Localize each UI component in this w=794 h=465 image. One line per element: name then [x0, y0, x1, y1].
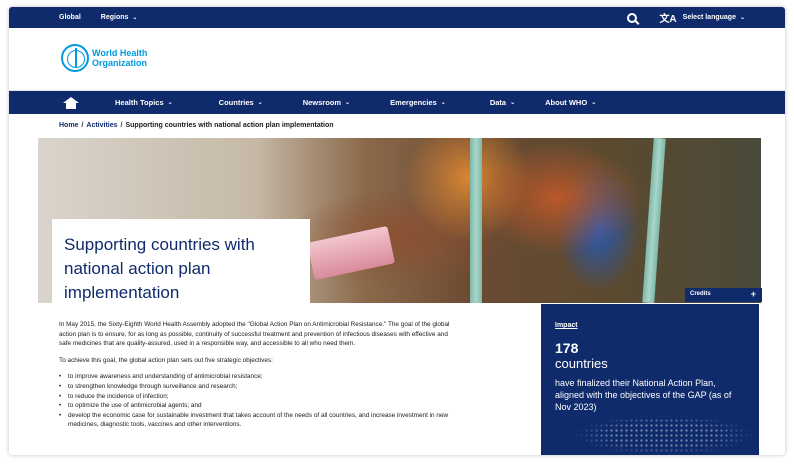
- hero-pole: [470, 138, 482, 303]
- logo-text: World Health Organization: [92, 48, 147, 68]
- select-language-dropdown[interactable]: Select language ⌄: [683, 14, 745, 21]
- credits-toggle[interactable]: Credits +: [685, 288, 762, 302]
- search-icon[interactable]: [627, 12, 638, 23]
- article-body: In May 2015, the Sixty-Eighth World Heal…: [59, 320, 459, 430]
- breadcrumb-separator: /: [120, 122, 123, 129]
- breadcrumb-home[interactable]: Home: [59, 122, 78, 129]
- list-item: to strengthen knowledge through surveill…: [59, 382, 459, 392]
- chevron-down-icon: ⌄: [132, 15, 138, 21]
- chevron-down-icon: ⌄: [167, 100, 173, 106]
- plus-icon: +: [750, 289, 756, 299]
- breadcrumb-activities[interactable]: Activities: [86, 122, 117, 129]
- title-line-1: Supporting countries with: [64, 235, 255, 254]
- nav-label: Health Topics: [115, 98, 164, 107]
- breadcrumb-current: Supporting countries with national actio…: [125, 122, 334, 129]
- chevron-down-icon: ⌄: [345, 100, 351, 106]
- logo-line-2: Organization: [92, 58, 148, 68]
- chevron-down-icon: ⌄: [440, 100, 446, 106]
- browser-viewport: Global Regions ⌄ 文A Select language ⌄ Worl…: [9, 7, 785, 455]
- impact-tag: Impact: [555, 322, 578, 329]
- page-title: Supporting countries with national actio…: [64, 233, 298, 305]
- nav-label: Countries: [218, 98, 254, 107]
- list-item: to reduce the incidence of infection;: [59, 392, 459, 402]
- logo-bar: World Health Organization: [9, 28, 785, 91]
- hero-pole: [642, 138, 666, 303]
- topbar-right: 文A Select language ⌄: [627, 7, 745, 28]
- home-icon[interactable]: [63, 96, 79, 109]
- nav-about-who[interactable]: About WHO ⌄: [545, 98, 596, 107]
- select-language-label: Select language: [682, 14, 736, 21]
- global-label: Global: [59, 14, 81, 21]
- breadcrumb: Home / Activities / Supporting countries wit…: [59, 122, 334, 129]
- nav-label: Emergencies: [390, 98, 437, 107]
- nav-health-topics[interactable]: Health Topics ⌄: [115, 98, 173, 107]
- intro-paragraph: In May 2015, the Sixty-Eighth World Heal…: [59, 321, 450, 348]
- objectives-intro: To achieve this goal, the global action …: [59, 356, 273, 364]
- who-logo[interactable]: World Health Organization: [61, 44, 147, 72]
- impact-description: have finalized their National Action Pla…: [555, 378, 732, 412]
- top-utility-bar: Global Regions ⌄ 文A Select language ⌄: [9, 7, 785, 28]
- translate-icon: 文A: [659, 14, 677, 25]
- title-line-3: implementation: [64, 283, 180, 302]
- list-item: develop the economic case for sustainabl…: [59, 411, 459, 430]
- chevron-down-icon: ⌄: [739, 15, 745, 21]
- chevron-down-icon: ⌄: [591, 100, 597, 106]
- global-link[interactable]: Global: [59, 14, 81, 21]
- nav-emergencies[interactable]: Emergencies ⌄: [390, 98, 446, 107]
- nav-newsroom[interactable]: Newsroom ⌄: [303, 98, 350, 107]
- impact-number: 178: [555, 340, 579, 356]
- credits-label: Credits: [690, 291, 711, 297]
- objectives-list: to improve awareness and understanding o…: [59, 372, 459, 430]
- chevron-down-icon: ⌄: [257, 100, 263, 106]
- hero-title-card: Supporting countries with national actio…: [52, 219, 310, 305]
- list-item: to optimize the use of antimicrobial age…: [59, 401, 459, 411]
- logo-line-1: World Health: [92, 48, 148, 58]
- nav-data[interactable]: Data ⌄: [490, 98, 515, 107]
- nav-label: Data: [489, 98, 507, 107]
- nav-label: About WHO: [545, 98, 588, 107]
- regions-label: Regions: [100, 14, 129, 21]
- impact-unit: countries: [555, 356, 608, 371]
- main-nav: Health Topics ⌄ Countries ⌄ Newsroom ⌄ Emer…: [9, 91, 785, 114]
- chevron-down-icon: ⌄: [510, 100, 516, 106]
- who-emblem-icon: [61, 44, 89, 72]
- regions-dropdown[interactable]: Regions ⌄: [101, 14, 138, 21]
- world-dot-map: [574, 413, 754, 453]
- breadcrumb-separator: /: [81, 122, 84, 129]
- list-item: to improve awareness and understanding o…: [59, 372, 459, 382]
- nav-countries[interactable]: Countries ⌄: [219, 98, 263, 107]
- nav-label: Newsroom: [302, 98, 342, 107]
- title-line-2: national action plan: [64, 259, 211, 278]
- hero-medicine-pack: [306, 225, 396, 281]
